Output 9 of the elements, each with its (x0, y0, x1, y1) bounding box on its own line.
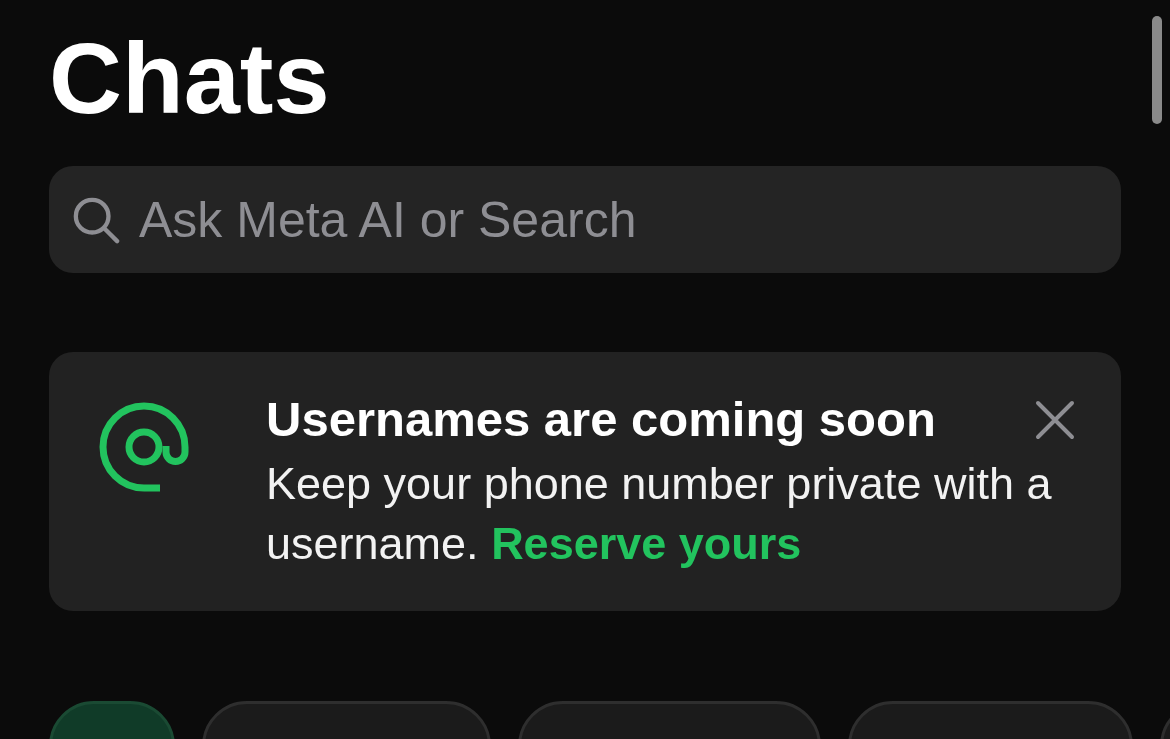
search-icon (72, 196, 120, 244)
reserve-link[interactable]: Reserve yours (491, 518, 802, 569)
banner-title: Usernames are coming soon (266, 391, 936, 448)
at-sign-icon (98, 402, 190, 494)
screen-title: Chats (49, 21, 330, 128)
close-icon (1035, 400, 1075, 440)
search-field[interactable]: Ask Meta AI or Search (49, 166, 1121, 273)
close-button[interactable] (1035, 400, 1075, 440)
banner-message: Keep your phone number private with a username. Reserve yours (266, 457, 1053, 571)
